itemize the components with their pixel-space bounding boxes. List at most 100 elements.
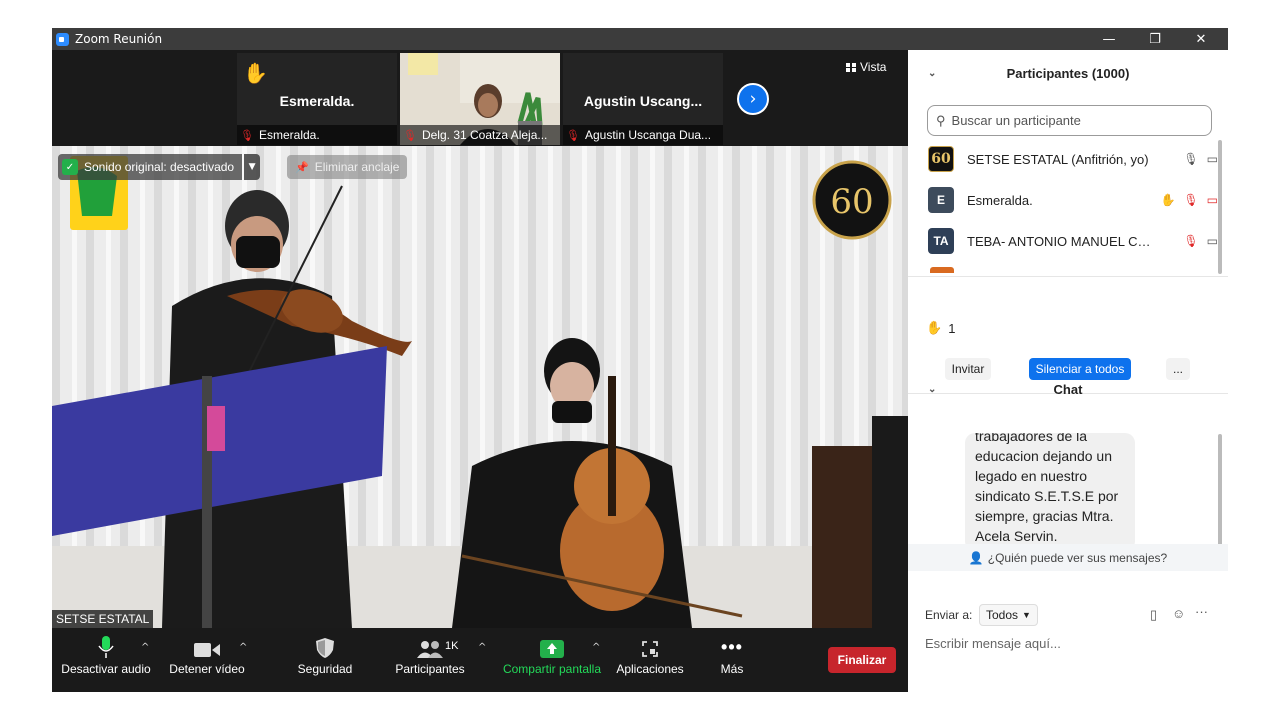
share-screen-icon [540, 640, 564, 658]
chat-message-input[interactable]: Escribir mensaje aquí... [925, 636, 1215, 656]
next-page-button[interactable]: › [737, 83, 769, 115]
chat-more-icon[interactable]: ··· [1195, 604, 1208, 619]
video-camera-icon[interactable]: ▭ [1207, 152, 1218, 166]
chat-title: Chat [1053, 381, 1083, 397]
participants-scrollbar[interactable] [1218, 140, 1222, 274]
more-button[interactable]: ••• Más [708, 628, 756, 692]
anniversary-badge-text: 60 [830, 182, 873, 222]
participant-name: TEBA- ANTONIO MANUEL CO... [967, 233, 1157, 249]
chat-message-line: sindicato S.E.T.S.E por [975, 488, 1119, 504]
mute-audio-button[interactable]: Desactivar audio [60, 628, 152, 692]
raised-hands-count: ✋ 1 [926, 320, 955, 336]
message-visibility-label: ¿Quién puede ver sus mensajes? [987, 550, 1168, 565]
chat-message-line: siempre, gracias Mtra. [975, 508, 1114, 524]
participant-row[interactable]: TA TEBA- ANTONIO MANUEL CO... 🎙 ▭ [928, 224, 1218, 258]
tile-footer-name: Esmeralda. [258, 128, 320, 142]
chat-message-line: legado en nuestro [975, 468, 1088, 484]
participants-icon [417, 641, 443, 658]
emoji-icon[interactable]: ☺ [1172, 606, 1185, 621]
window-title: Zoom Reunión [75, 32, 163, 46]
mic-muted-icon: 🎙 [403, 129, 417, 142]
zoom-logo-icon [56, 32, 69, 46]
send-to-value: Todos [986, 608, 1019, 622]
stop-video-button[interactable]: Detener vídeo [164, 628, 250, 692]
avatar: TA [928, 228, 954, 254]
tile-footer: 🎙 Agustin Uscanga Dua... [563, 125, 723, 145]
mic-muted-icon: 🎙 [240, 129, 254, 142]
video-tile-delg-31[interactable]: 🎙 Delg. 31 Coatza Aleja... [400, 53, 560, 145]
video-camera-icon[interactable]: ▭ [1207, 234, 1218, 248]
message-visibility-info[interactable]: 👤 ¿Quién puede ver sus mensajes? [908, 544, 1228, 571]
participants-label: Participantes [395, 662, 465, 676]
video-camera-icon [194, 643, 220, 657]
chat-input-placeholder: Escribir mensaje aquí... [925, 636, 1061, 651]
raised-hands-number: 1 [948, 320, 956, 336]
pin-icon: 📌 [295, 161, 309, 174]
apps-icon [642, 641, 658, 657]
share-screen-button[interactable]: Compartir pantalla [500, 628, 604, 692]
search-placeholder: Buscar un participante [951, 113, 1081, 128]
title-bar: Zoom Reunión — ❐ ✕ [52, 28, 1228, 50]
mic-muted-icon[interactable]: 🎙 [1183, 234, 1198, 248]
share-screen-label: Compartir pantalla [502, 662, 602, 676]
unpin-button[interactable]: 📌 Eliminar anclaje [287, 155, 408, 179]
zoom-window: Zoom Reunión — ❐ ✕ ✋ Esmeralda. 🎙 Esmera… [52, 28, 1228, 692]
original-sound-toggle[interactable]: ✓ Sonido original: desactivado ▼ [58, 154, 261, 180]
participants-header: ⌄ Participantes (1000) [908, 61, 1228, 85]
apps-button[interactable]: Aplicaciones [614, 628, 686, 692]
participant-strip: ✋ Esmeralda. 🎙 Esmeralda. 🎙 Delg. 31 Coa… [52, 50, 908, 146]
avatar: E [928, 187, 954, 213]
speaker-video: 60 [52, 146, 908, 628]
side-panel: ⌄ Participantes (1000) ⚲ Buscar un parti… [908, 50, 1228, 692]
send-to-dropdown[interactable]: Todos ▼ [979, 604, 1038, 626]
grid-view-icon [846, 62, 856, 72]
collapse-chevron-icon[interactable]: ⌄ [928, 68, 936, 79]
tile-footer: 🎙 Delg. 31 Coatza Aleja... [400, 125, 560, 145]
audio-options-caret-icon[interactable]: ^ [141, 642, 149, 653]
speaker-name-label: SETSE ESTATAL [52, 610, 154, 628]
tile-footer-name: Delg. 31 Coatza Aleja... [421, 128, 548, 142]
share-options-caret-icon[interactable]: ^ [592, 642, 600, 653]
meeting-area: ✋ Esmeralda. 🎙 Esmeralda. 🎙 Delg. 31 Coa… [52, 50, 908, 692]
view-button[interactable]: Vista [846, 60, 886, 74]
tile-name: Agustin Uscang... [583, 93, 703, 109]
collapse-chevron-icon[interactable]: ⌄ [928, 384, 936, 395]
original-sound-dropdown-icon[interactable]: ▼ [244, 154, 261, 180]
raised-hand-icon: ✋ [926, 320, 943, 335]
chat-message-bubble: trabajadores de la educacion dejando un … [965, 433, 1135, 551]
close-button[interactable]: ✕ [1178, 28, 1224, 50]
video-off-icon[interactable]: ▭ [1207, 193, 1218, 207]
mic-muted-icon: 🎙 [566, 129, 580, 142]
meeting-toolbar: Desactivar audio ^ Detener vídeo ^ Segur… [52, 628, 908, 692]
tile-footer-name: Agustin Uscanga Dua... [584, 128, 712, 142]
main-video-stage[interactable]: 60 ✓ Sonido original: desactivado ▼ 📌 El… [52, 146, 908, 628]
original-sound-label: Sonido original: desactivado [84, 160, 235, 174]
participant-row[interactable]: 60 SETSE ESTATAL (Anfitrión, yo) 🎙 ▭ [928, 142, 1218, 176]
participants-count-badge: 1K [445, 640, 459, 652]
participant-row[interactable]: E Esmeralda. ✋ 🎙 ▭ [928, 183, 1218, 217]
participants-options-caret-icon[interactable]: ^ [478, 642, 486, 653]
restore-button[interactable]: ❐ [1132, 28, 1178, 50]
end-meeting-button[interactable]: Finalizar [828, 647, 896, 673]
search-icon: ⚲ [936, 112, 946, 128]
participant-name: SETSE ESTATAL (Anfitrión, yo) [967, 151, 1149, 167]
tile-footer: 🎙 Esmeralda. [237, 125, 397, 145]
unpin-label: Eliminar anclaje [314, 160, 400, 174]
person-lock-icon: 👤 [968, 550, 984, 565]
chat-message-line: educacion dejando un [975, 448, 1113, 464]
microphone-icon[interactable]: 🎙 [1183, 152, 1198, 166]
video-tile-esmeralda[interactable]: ✋ Esmeralda. 🎙 Esmeralda. [237, 53, 397, 145]
file-icon[interactable]: ▯ [1150, 607, 1157, 623]
participants-button[interactable]: Participantes [392, 628, 468, 692]
minimize-button[interactable]: — [1086, 28, 1132, 50]
mic-muted-icon[interactable]: 🎙 [1183, 193, 1198, 207]
chevron-down-icon: ▼ [1022, 610, 1031, 620]
shield-icon [316, 638, 334, 658]
participant-search-input[interactable]: ⚲ Buscar un participante [927, 105, 1212, 136]
video-options-caret-icon[interactable]: ^ [239, 642, 247, 653]
video-tile-agustin[interactable]: Agustin Uscang... 🎙 Agustin Uscanga Dua.… [563, 53, 723, 145]
participant-name: Esmeralda. [967, 192, 1033, 208]
chat-message-line: trabajadores de la [975, 433, 1088, 444]
security-button[interactable]: Seguridad [288, 628, 362, 692]
microphone-icon [98, 636, 114, 658]
